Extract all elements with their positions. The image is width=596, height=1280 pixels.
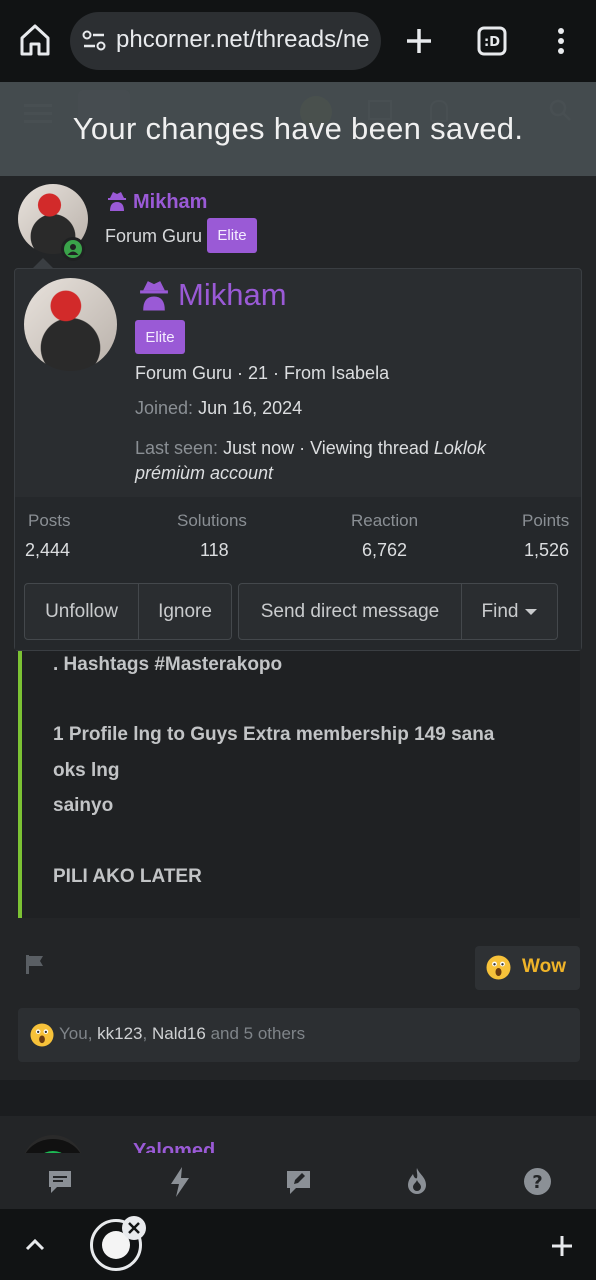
post-line-hashtags: . Hashtags #Masterakopo [53,654,283,675]
stat-points-label: Points [522,511,570,530]
home-icon[interactable] [18,22,52,58]
new-tab-icon[interactable] [404,26,434,56]
help-icon[interactable]: ? [523,1167,552,1196]
stat-solutions-label: Solutions [177,511,247,530]
unfollow-button[interactable]: Unfollow [24,583,139,640]
tooltip-avatar[interactable] [24,278,117,371]
reactions-text: You, kk123, Nald16 and 5 others [59,1024,306,1043]
tooltip-badge: Elite [135,320,185,354]
post-line-pili: PILI AKO LATER [53,866,202,887]
reaction-user-nald16[interactable]: Nald16 [152,1024,206,1043]
save-notice: Your changes have been saved. [0,82,596,176]
wow-emoji-icon [30,1023,54,1047]
spy-icon [106,190,128,212]
wow-emoji-icon [486,955,511,980]
post-line-oks: oks lng [53,760,120,781]
last-seen-label: Last seen: [135,438,219,458]
post-author-title: Forum Guru [105,226,203,246]
compose-icon[interactable] [284,1168,313,1196]
add-icon[interactable] [550,1234,574,1258]
site-settings-icon[interactable] [82,30,106,52]
post-line-sainyo: sainyo [53,795,114,816]
post-divider [0,1080,596,1116]
post-author-badge: Elite [207,218,257,253]
tooltip-arrow [32,258,54,269]
post-author-name[interactable]: Mikham [133,191,207,214]
more-menu-icon[interactable] [554,26,568,56]
last-seen-row: Last seen: Just now · Viewing thread Lok… [135,433,565,463]
stat-posts-label: Posts [28,511,71,530]
report-flag-icon[interactable] [24,953,46,975]
close-tab-icon[interactable] [122,1216,146,1240]
find-label: Find [481,600,519,622]
chat-icon[interactable] [46,1168,74,1196]
thread-link[interactable]: Loklok [434,438,486,458]
lightning-icon[interactable] [168,1166,192,1198]
joined-label: Joined: [135,398,194,418]
thread-link-line2[interactable]: prémiùm account [135,463,273,484]
last-seen-value: Just now · Viewing thread [223,438,429,458]
spy-icon [137,278,171,312]
reaction-others[interactable]: and 5 others [211,1024,306,1043]
find-button[interactable]: Find [461,583,558,640]
post-line-profile: 1 Profile lng to Guys Extra membership 1… [53,724,495,745]
joined-row: Joined: Jun 16, 2024 [135,398,302,419]
ignore-button[interactable]: Ignore [138,583,232,640]
tab-switcher-icon[interactable]: :D [476,25,508,57]
stat-reaction-value: 6,762 [362,540,408,560]
stat-reaction-label: Reaction [351,511,419,530]
tooltip-info-line: Forum Guru · 21 · From Isabela [135,363,390,383]
joined-value: Jun 16, 2024 [198,398,303,418]
svg-text::D: :D [484,35,500,50]
wow-label: Wow [522,956,566,977]
caret-down-icon [525,608,538,615]
reaction-you: You [59,1024,88,1043]
online-status-icon [64,240,82,258]
trending-fire-icon[interactable] [403,1166,431,1196]
chevron-up-icon[interactable] [24,1236,46,1252]
svg-text:?: ? [532,1172,542,1193]
stat-solutions-value[interactable]: 118 [200,540,229,561]
save-notice-text: Your changes have been saved. [72,111,524,146]
url-text[interactable]: phcorner.net/threads/ne [116,26,376,54]
tooltip-username[interactable]: Mikham [178,277,287,313]
stat-posts-value[interactable]: 2,444 [25,540,70,561]
reaction-user-kk123[interactable]: kk123 [97,1024,142,1043]
send-message-button[interactable]: Send direct message [238,583,462,640]
stat-points-value[interactable]: 1,526 [524,540,569,561]
